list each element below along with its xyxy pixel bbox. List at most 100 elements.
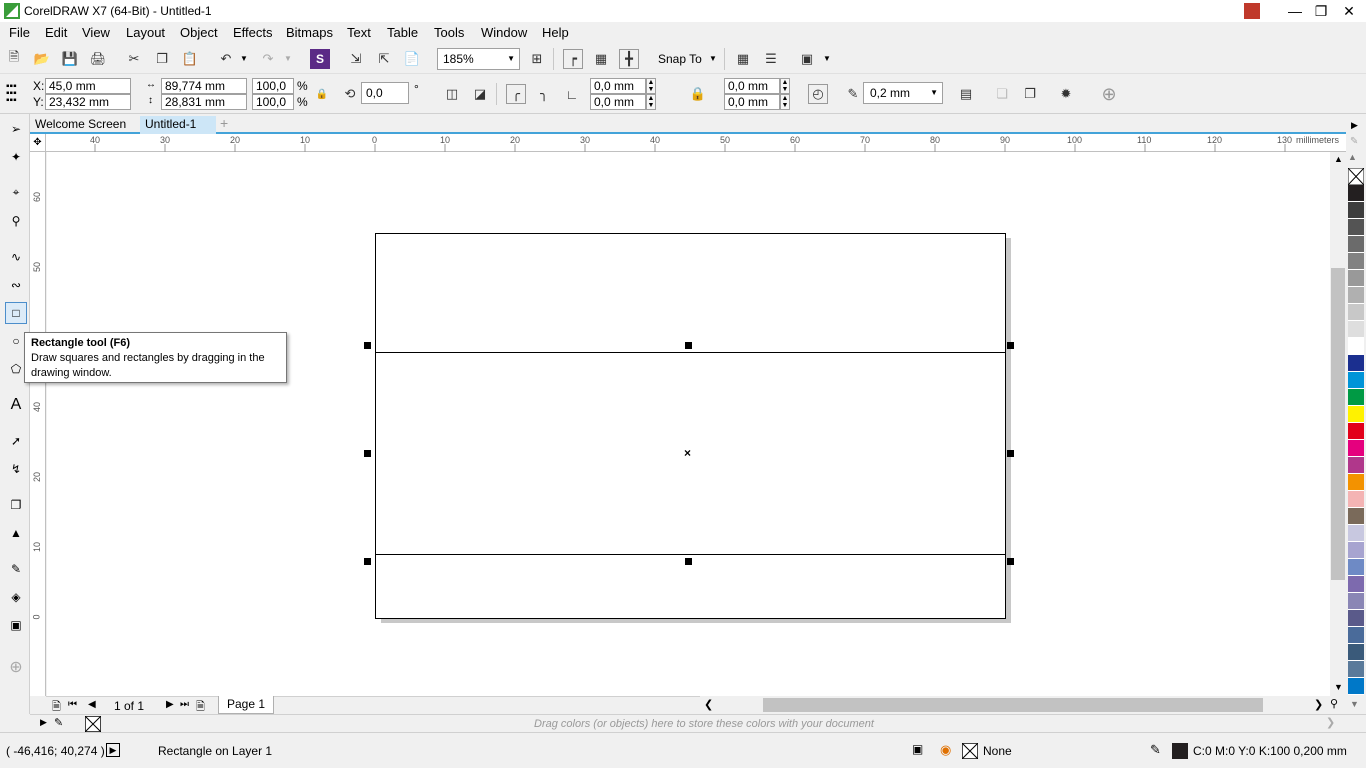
new-document-icon[interactable]: 🗎	[4, 49, 24, 69]
center-marker-icon[interactable]: ×	[684, 446, 691, 460]
show-grid-icon[interactable]: ▦	[591, 49, 611, 69]
spin-buttons[interactable]: ▲ ▼	[646, 94, 656, 110]
corner-radius-bottom-left-field[interactable]: 0,0 mm	[590, 94, 646, 110]
next-page-icon[interactable]: ▶	[166, 699, 174, 710]
redo-dropdown-icon[interactable]: ▼	[284, 54, 292, 63]
freehand-tool-icon[interactable]: ∿	[5, 246, 27, 268]
export-icon[interactable]: ⇱	[374, 49, 394, 69]
document-no-color-swatch[interactable]	[85, 716, 101, 732]
interactive-fill-tool-icon[interactable]: ◈	[5, 586, 27, 608]
corner-radius-top-right-field[interactable]: 0,0 mm	[724, 78, 780, 94]
color-swatch[interactable]	[1348, 440, 1364, 457]
scalloped-corner-icon[interactable]: ╮	[534, 84, 554, 104]
print-icon[interactable]: 🖨	[88, 49, 108, 69]
palette-scroll-down-icon[interactable]: ▼	[1350, 699, 1359, 709]
color-swatch[interactable]	[1348, 423, 1364, 440]
menu-edit[interactable]: Edit	[45, 25, 67, 40]
selection-handle[interactable]	[364, 558, 371, 565]
welcome-screen-icon[interactable]: ▦	[733, 49, 753, 69]
menu-text[interactable]: Text	[347, 25, 371, 40]
selection-handle[interactable]	[1007, 342, 1014, 349]
color-swatch[interactable]	[1348, 202, 1364, 219]
scroll-right-icon[interactable]: ❯	[1314, 698, 1323, 711]
play-icon[interactable]: ▶	[106, 743, 120, 757]
edit-corners-together-icon[interactable]: 🔒	[688, 84, 708, 104]
mirror-horizontal-icon[interactable]: ◫	[442, 84, 462, 104]
scroll-up-icon[interactable]: ▲	[1334, 154, 1343, 164]
palette-scroll-up-icon[interactable]: ▲	[1348, 152, 1357, 162]
corner-radius-top-left-field[interactable]: 0,0 mm	[590, 78, 646, 94]
color-swatch[interactable]	[1348, 219, 1364, 236]
corner-radius-bottom-right-field[interactable]: 0,0 mm	[724, 94, 780, 110]
cut-icon[interactable]: ✂	[124, 49, 144, 69]
fill-bucket-icon[interactable]: ◉	[940, 742, 951, 758]
vertical-scrollbar[interactable]: ▲ ▼	[1330, 152, 1346, 696]
zoom-to-page-icon[interactable]: ⊞	[527, 49, 547, 69]
account-icon[interactable]	[1244, 3, 1260, 19]
color-swatch[interactable]	[1348, 389, 1364, 406]
x-position-field[interactable]: 45,0 mm	[45, 78, 131, 94]
menu-tools[interactable]: Tools	[434, 25, 464, 40]
drawing-window[interactable]: ×	[47, 152, 1330, 696]
vertical-ruler[interactable]: 60 50 40 20 10 0	[30, 152, 46, 696]
shape-tool-icon[interactable]: ✦	[5, 146, 27, 168]
to-front-icon[interactable]: ❏	[992, 84, 1012, 104]
to-back-icon[interactable]: ❐	[1020, 84, 1040, 104]
connector-tool-icon[interactable]: ↯	[5, 458, 27, 480]
transparency-tool-icon[interactable]: ▲	[5, 522, 27, 544]
color-proofing-icon[interactable]: ▣	[912, 742, 923, 756]
options-icon[interactable]: ☰	[761, 49, 781, 69]
crop-tool-icon[interactable]: ⌖	[5, 181, 27, 203]
relative-corner-scaling-icon[interactable]: ◴	[808, 84, 828, 104]
rotation-field[interactable]: 0,0	[361, 82, 409, 104]
last-page-icon[interactable]: ⏭	[180, 699, 189, 710]
scale-height-field[interactable]: 100,0	[252, 94, 294, 110]
palette-expand-icon[interactable]: ▶	[1351, 120, 1358, 131]
menu-file[interactable]: File	[9, 25, 30, 40]
color-swatch[interactable]	[1348, 644, 1364, 661]
document-palette-menu-icon[interactable]: ▶	[40, 717, 47, 728]
menu-bitmaps[interactable]: Bitmaps	[286, 25, 333, 40]
y-position-field[interactable]: 23,432 mm	[45, 94, 131, 110]
color-swatch[interactable]	[1348, 525, 1364, 542]
horizontal-ruler[interactable]: 40 30 20 10 0 10 20 30 40 50 60 70 80 90…	[46, 134, 1346, 152]
chamfered-corner-icon[interactable]: ∟	[562, 84, 582, 104]
selection-handle[interactable]	[1007, 558, 1014, 565]
scroll-down-icon[interactable]: ▼	[1334, 682, 1343, 692]
copy-icon[interactable]: ❐	[152, 49, 172, 69]
reference-point-icon[interactable]: ▪▪▪ ▪▪▪ ▪▪▪	[6, 82, 22, 106]
drop-shadow-tool-icon[interactable]: ❐	[5, 494, 27, 516]
snap-to-dropdown-icon[interactable]: ▼	[709, 54, 717, 63]
paste-icon[interactable]: 📋	[180, 49, 200, 69]
scrollbar-thumb[interactable]	[1331, 268, 1345, 580]
color-swatch[interactable]	[1348, 678, 1364, 695]
color-swatch[interactable]	[1348, 287, 1364, 304]
show-rulers-icon[interactable]: ┍	[563, 49, 583, 69]
no-color-swatch[interactable]	[1348, 168, 1364, 185]
color-swatch[interactable]	[1348, 661, 1364, 678]
horizontal-scrollbar[interactable]: ❮ ❯ ⚲	[700, 696, 1346, 714]
parallel-dimension-tool-icon[interactable]: ➚	[5, 430, 27, 452]
selection-handle[interactable]	[685, 558, 692, 565]
width-field[interactable]: 89,774 mm	[161, 78, 247, 94]
redo-icon[interactable]: ↷	[258, 49, 278, 69]
first-page-icon[interactable]: ⏮	[68, 699, 77, 710]
scrollbar-thumb[interactable]	[763, 698, 1263, 712]
search-content-icon[interactable]: S	[310, 49, 330, 69]
menu-table[interactable]: Table	[387, 25, 418, 40]
scale-width-field[interactable]: 100,0	[252, 78, 294, 94]
color-swatch[interactable]	[1348, 304, 1364, 321]
round-corner-icon[interactable]: ╭	[506, 84, 526, 104]
scroll-left-icon[interactable]: ❮	[704, 698, 713, 711]
undo-icon[interactable]: ↶	[216, 49, 236, 69]
tab-untitled-1[interactable]: Untitled-1	[140, 116, 216, 134]
navigator-icon[interactable]: ⚲	[1330, 697, 1338, 710]
color-eyedropper-tool-icon[interactable]: ✎	[5, 558, 27, 580]
artistic-media-tool-icon[interactable]: ∾	[5, 274, 27, 296]
mirror-vertical-icon[interactable]: ◪	[470, 84, 490, 104]
menu-layout[interactable]: Layout	[126, 25, 165, 40]
import-icon[interactable]: ⇲	[346, 49, 366, 69]
color-swatch[interactable]	[1348, 185, 1364, 202]
application-launcher-icon[interactable]: ▣	[797, 49, 817, 69]
outline-width-select[interactable]: 0,2 mm ▼	[863, 82, 943, 104]
